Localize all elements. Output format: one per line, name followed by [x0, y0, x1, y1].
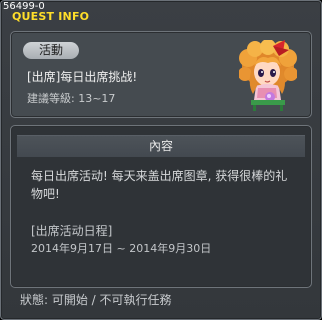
- schedule-label: [出席活动日程]: [31, 224, 113, 238]
- schedule-dates: 2014年9月17日 ~ 2014年9月30日: [31, 242, 212, 255]
- quest-category-badge: 活動: [23, 42, 79, 59]
- npc-girl-portrait-icon: [239, 40, 297, 111]
- quest-status: 狀態: 可開始 / 不可執行任務: [20, 293, 172, 307]
- quest-content-panel: 內容 每日出席活动! 每天来盖出席图章, 获得很棒的礼物吧! [出席活动日程] …: [10, 125, 312, 288]
- quest-recommended-level: 建議等級: 13~17: [27, 92, 116, 105]
- quest-description: 每日出席活动! 每天来盖出席图章, 获得很棒的礼物吧!: [31, 169, 288, 201]
- quest-summary-panel: 活動 [出席]每日出席挑战! 建議等級: 13~17: [10, 31, 312, 118]
- quest-info-window: 56499-0 QUEST INFO 活動 [出席]每日出席挑战! 建議等級: …: [0, 0, 322, 320]
- window-title: QUEST INFO: [12, 10, 90, 23]
- quest-name: [出席]每日出席挑战!: [27, 70, 138, 84]
- content-header: 內容: [17, 135, 305, 157]
